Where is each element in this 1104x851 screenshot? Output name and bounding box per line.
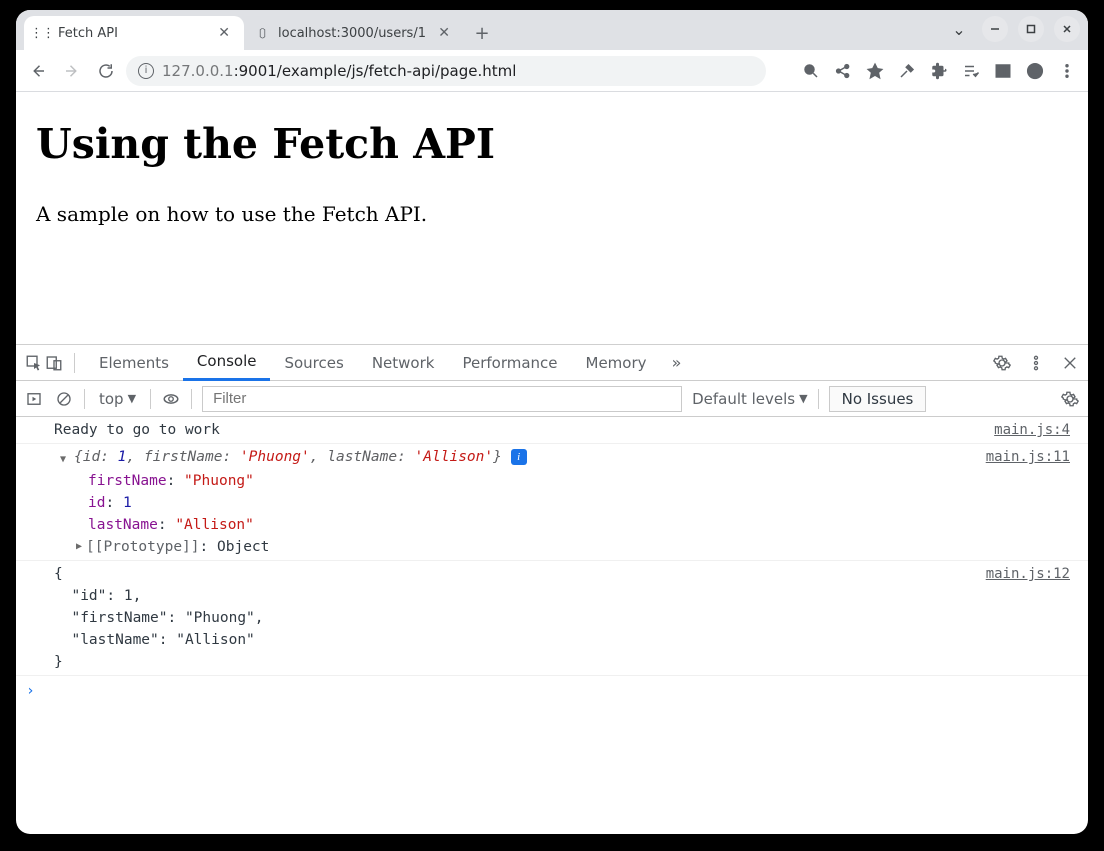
menu-icon[interactable] [1054,58,1080,84]
reload-button[interactable] [92,57,120,85]
device-toggle-icon[interactable] [44,353,64,373]
favicon-0: ⋮⋮ [34,25,50,41]
console-output: Ready to go to work main.js:4 {id: 1, fi… [16,417,1088,706]
toggle-icon[interactable] [60,449,66,471]
more-tabs-icon[interactable]: » [667,353,687,373]
console-settings-icon[interactable] [1060,389,1080,409]
devtools-tab-memory[interactable]: Memory [572,345,661,381]
new-tab-button[interactable]: + [468,19,496,47]
live-expression-icon[interactable] [161,389,181,409]
devtools-tabstrip: Elements Console Sources Network Perform… [16,345,1088,381]
devtools-tab-performance[interactable]: Performance [448,345,571,381]
window-controls: ⌄ [946,16,1080,42]
toggle-sidebar-icon[interactable] [24,389,44,409]
devtools: Elements Console Sources Network Perform… [16,344,1088,706]
extensions-icon[interactable] [926,58,952,84]
page-paragraph: A sample on how to use the Fetch API. [36,202,1068,226]
console-prompt[interactable]: › [16,676,1088,706]
console-toolbar: top▼ Default levels ▼ No Issues [16,381,1088,417]
issues-button[interactable]: No Issues [829,386,927,412]
settings-icon[interactable] [992,353,1012,373]
back-button[interactable] [24,57,52,85]
source-link[interactable]: main.js:12 [986,563,1070,673]
bookmark-icon[interactable] [862,58,888,84]
source-link[interactable]: main.js:11 [986,446,1070,468]
devtools-tab-sources[interactable]: Sources [270,345,357,381]
maximize-button[interactable] [1018,16,1044,42]
minimize-button[interactable] [982,16,1008,42]
tab-strip: ⋮⋮ Fetch API ✕ 〔〕 localhost:3000/users/1… [16,10,1088,50]
tab-title: Fetch API [58,26,118,41]
clear-console-icon[interactable] [54,389,74,409]
kebab-icon[interactable] [1026,353,1046,373]
log-json: { "id": 1, "firstName": "Phuong", "lastN… [40,563,986,673]
sidepanel-icon[interactable] [990,58,1016,84]
page-heading: Using the Fetch API [36,120,1068,168]
browser-toolbar: i 127.0.0.1:9001/example/js/fetch-api/pa… [16,50,1088,92]
context-selector[interactable]: top▼ [95,390,140,408]
zoom-icon[interactable] [798,58,824,84]
console-line: {id: 1, firstName: 'Phuong', lastName: '… [16,444,1088,470]
devtools-close-icon[interactable] [1060,353,1080,373]
browser-window: ⋮⋮ Fetch API ✕ 〔〕 localhost:3000/users/1… [16,10,1088,834]
console-filter[interactable] [202,386,682,412]
reading-list-icon[interactable] [958,58,984,84]
eyedropper-icon[interactable] [894,58,920,84]
console-line: Ready to go to work main.js:4 [16,417,1088,444]
log-message: Ready to go to work [40,419,994,441]
devtools-tab-network[interactable]: Network [358,345,449,381]
log-levels[interactable]: Default levels ▼ [692,390,808,408]
forward-button[interactable] [58,57,86,85]
close-icon[interactable]: ✕ [434,23,454,43]
tab-title: localhost:3000/users/1 [278,26,426,41]
inspect-icon[interactable] [24,353,44,373]
devtools-tab-console[interactable]: Console [183,345,271,381]
close-window-button[interactable] [1054,16,1080,42]
toggle-icon[interactable] [76,536,82,558]
object-property: firstName: "Phuong" [16,470,1088,492]
share-icon[interactable] [830,58,856,84]
site-info-icon[interactable]: i [138,63,154,79]
favicon-1: 〔〕 [254,25,270,41]
object-property: id: 1 [16,492,1088,514]
tab-search-button[interactable]: ⌄ [946,16,972,42]
console-line: { "id": 1, "firstName": "Phuong", "lastN… [16,561,1088,676]
url-path: :9001/example/js/fetch-api/page.html [234,62,517,80]
tab-1[interactable]: 〔〕 localhost:3000/users/1 ✕ [244,16,464,50]
log-object-summary[interactable]: {id: 1, firstName: 'Phuong', lastName: '… [40,446,986,468]
page-content: Using the Fetch API A sample on how to u… [16,92,1088,344]
tab-0[interactable]: ⋮⋮ Fetch API ✕ [24,16,244,50]
url-host: 127.0.0.1 [162,62,234,80]
profile-icon[interactable] [1022,58,1048,84]
object-property: lastName: "Allison" [16,514,1088,536]
filter-input[interactable] [211,389,673,408]
devtools-tab-elements[interactable]: Elements [85,345,183,381]
close-icon[interactable]: ✕ [214,23,234,43]
address-bar[interactable]: i 127.0.0.1:9001/example/js/fetch-api/pa… [126,56,766,86]
source-link[interactable]: main.js:4 [994,419,1070,441]
info-icon[interactable]: i [511,449,527,465]
object-prototype[interactable]: [[Prototype]]: Object [16,536,1088,561]
